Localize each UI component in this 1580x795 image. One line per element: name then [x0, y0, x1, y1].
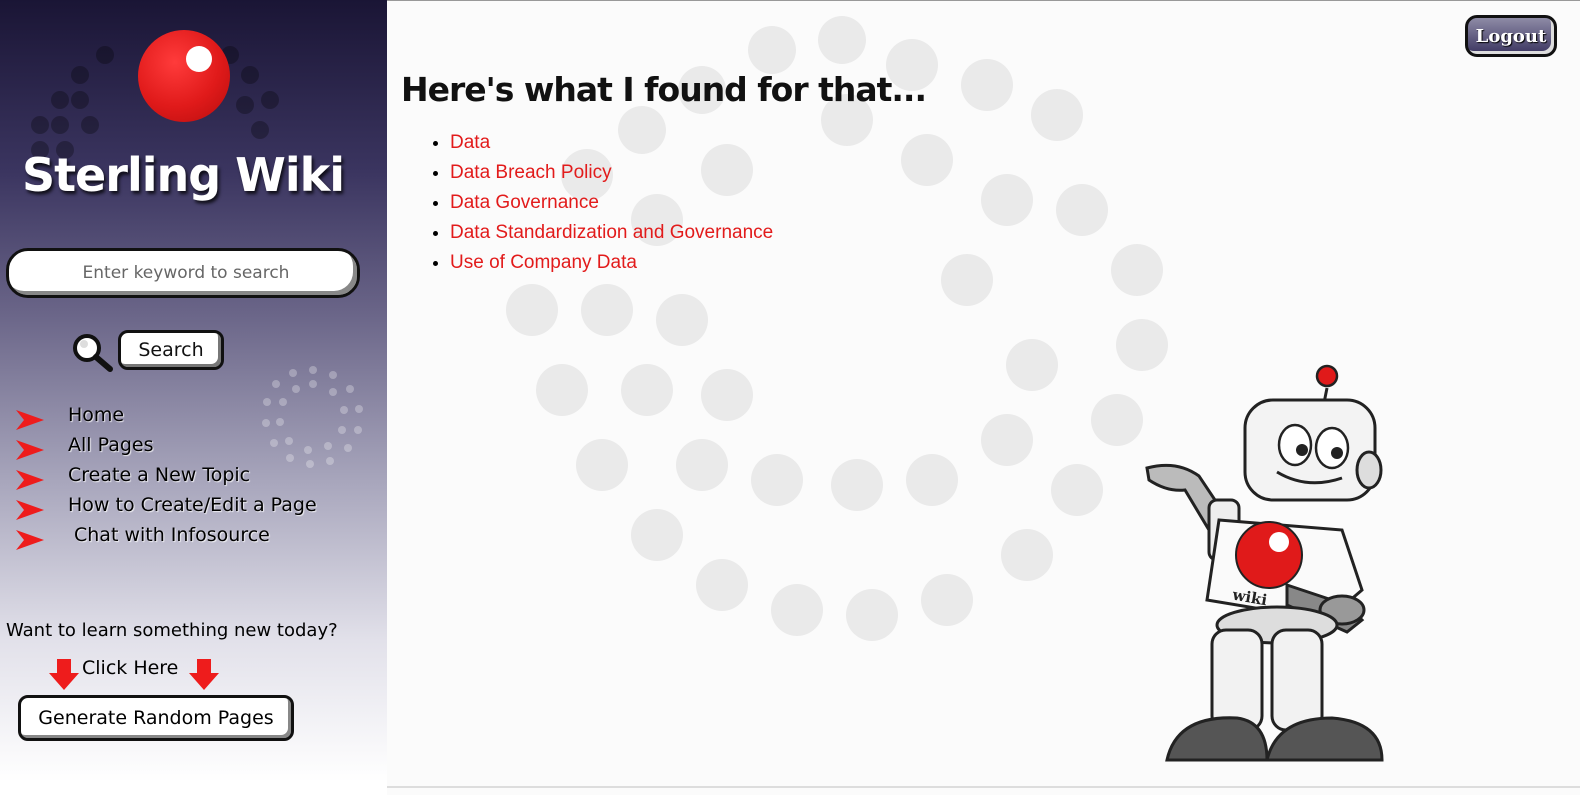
list-item: Data Breach Policy: [450, 158, 773, 188]
divider: [387, 0, 1580, 1]
sidebar-item-label: Create a New Topic: [68, 464, 251, 486]
red-ball-logo-icon: [138, 30, 230, 122]
learn-prompt: Want to learn something new today?: [6, 620, 338, 641]
red-arrow-icon: [16, 470, 44, 490]
sidebar-item-label: Chat with Infosource: [74, 524, 270, 546]
red-arrow-icon: [16, 530, 44, 550]
sidebar-item-home[interactable]: Home: [14, 404, 354, 434]
list-item: Data Governance: [450, 188, 773, 218]
search-box: [6, 248, 360, 298]
site-title: Sterling Wiki: [21, 148, 345, 202]
search-input[interactable]: [19, 257, 353, 289]
sidebar-item-label: All Pages: [68, 434, 154, 456]
divider: [387, 786, 1580, 788]
result-link[interactable]: Data: [450, 132, 490, 153]
magnifier-icon[interactable]: [70, 332, 114, 372]
sidebar: Sterling Wiki Search Home All Pages Crea…: [0, 0, 387, 782]
logout-button[interactable]: Logout: [1465, 15, 1557, 57]
page-title: Here's what I found for that...: [401, 70, 927, 109]
result-link[interactable]: Data Governance: [450, 192, 599, 213]
click-here-label: Click Here: [82, 657, 179, 679]
list-item: Use of Company Data: [450, 248, 773, 278]
main-content: Logout Here's what I found for that... D…: [387, 0, 1580, 795]
result-link[interactable]: Data Breach Policy: [450, 162, 612, 183]
sidebar-item-label: How to Create/Edit a Page: [68, 494, 317, 516]
search-results-list: Data Data Breach Policy Data Governance …: [427, 128, 773, 278]
sidebar-item-create-topic[interactable]: Create a New Topic: [14, 464, 354, 494]
robot-mascot: wiki: [1145, 364, 1384, 762]
red-arrow-icon: [16, 410, 44, 430]
result-link[interactable]: Data Standardization and Governance: [450, 222, 773, 243]
result-link[interactable]: Use of Company Data: [450, 252, 637, 273]
sidebar-item-label: Home: [68, 404, 125, 426]
list-item: Data Standardization and Governance: [450, 218, 773, 248]
red-down-arrow-icon: [189, 659, 219, 690]
red-arrow-icon: [16, 500, 44, 520]
generate-random-pages-button[interactable]: Generate Random Pages: [18, 695, 294, 741]
sidebar-item-chat[interactable]: Chat with Infosource: [14, 524, 354, 554]
sidebar-item-all-pages[interactable]: All Pages: [14, 434, 354, 464]
red-down-arrow-icon: [49, 659, 79, 690]
list-item: Data: [450, 128, 773, 158]
sidebar-item-how-to-edit[interactable]: How to Create/Edit a Page: [14, 494, 354, 524]
red-arrow-icon: [16, 440, 44, 460]
search-button[interactable]: Search: [118, 330, 224, 370]
